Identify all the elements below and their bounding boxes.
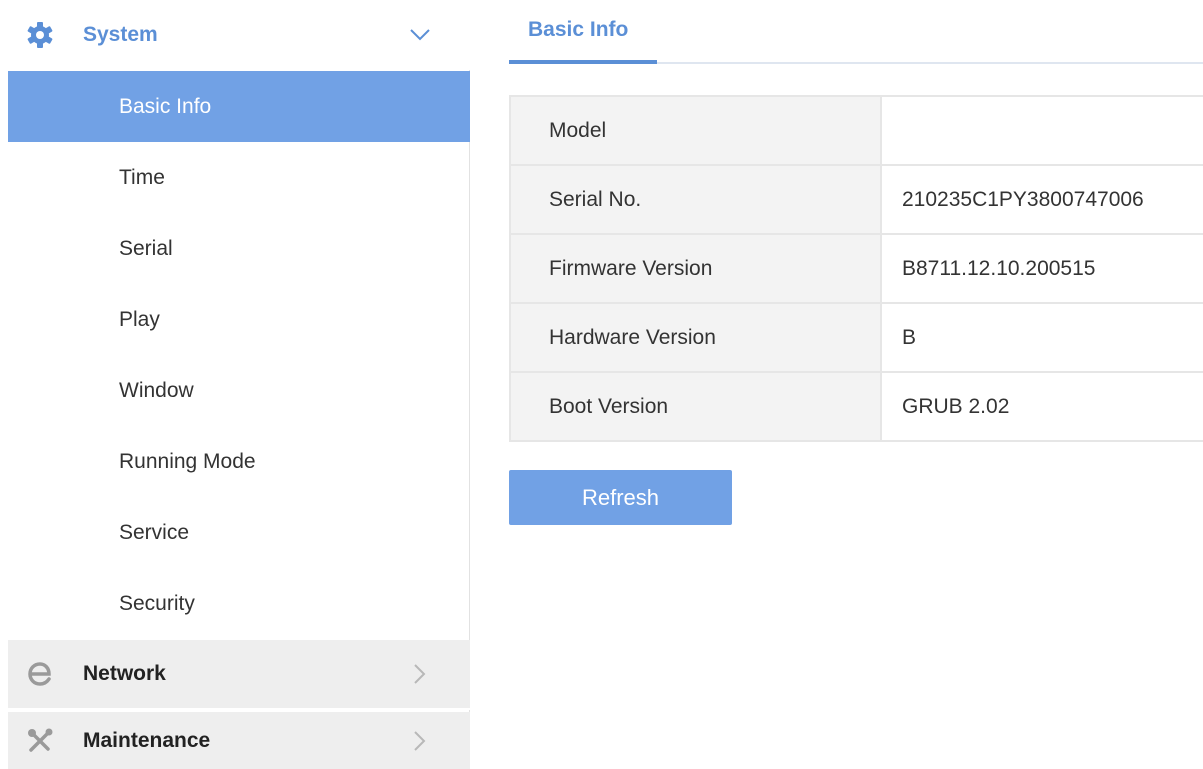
table-row: Hardware Version B	[509, 302, 1203, 373]
tab-label: Basic Info	[528, 18, 629, 41]
sidebar-group-maintenance[interactable]: Maintenance	[8, 712, 470, 769]
sidebar-group-network[interactable]: Network	[8, 640, 470, 710]
row-key-serial-no: Serial No.	[509, 164, 882, 235]
sidebar-group-label: Network	[83, 662, 166, 685]
gear-icon	[26, 21, 54, 49]
tools-icon	[26, 727, 54, 755]
chevron-right-icon	[408, 729, 432, 753]
table-row: Boot Version GRUB 2.02	[509, 371, 1203, 442]
sidebar-item-serial[interactable]: Serial	[8, 213, 470, 284]
sidebar-group-label: System	[83, 23, 158, 46]
row-value-firmware-version: B8711.12.10.200515	[880, 233, 1203, 304]
table-row: Model	[509, 95, 1203, 166]
sidebar-item-security[interactable]: Security	[8, 568, 470, 639]
sidebar-item-time[interactable]: Time	[8, 142, 470, 213]
row-key-hardware-version: Hardware Version	[509, 302, 882, 373]
network-e-icon	[26, 660, 54, 688]
sidebar-item-running-mode[interactable]: Running Mode	[8, 426, 470, 497]
row-value-hardware-version: B	[880, 302, 1203, 373]
sidebar-item-window[interactable]: Window	[8, 355, 470, 426]
app-window: System Basic Info Time Serial Play Windo…	[0, 0, 1203, 769]
sidebar-group-system[interactable]: System	[8, 0, 470, 70]
basic-info-table: Model Serial No. 210235C1PY3800747006 Fi…	[509, 95, 1203, 442]
row-value-serial-no: 210235C1PY3800747006	[880, 164, 1203, 235]
sidebar-item-play[interactable]: Play	[8, 284, 470, 355]
row-value-model	[880, 95, 1203, 166]
row-key-boot-version: Boot Version	[509, 371, 882, 442]
table-row: Serial No. 210235C1PY3800747006	[509, 164, 1203, 235]
row-key-model: Model	[509, 95, 882, 166]
row-key-firmware-version: Firmware Version	[509, 233, 882, 304]
sidebar-item-basic-info[interactable]: Basic Info	[8, 71, 470, 142]
sidebar-item-service[interactable]: Service	[8, 497, 470, 568]
chevron-right-icon	[408, 662, 432, 686]
tab-bar: Basic Info	[509, 0, 1203, 64]
table-row: Firmware Version B8711.12.10.200515	[509, 233, 1203, 304]
chevron-down-icon	[408, 23, 432, 47]
main-content: Basic Info Model Serial No. 210235C1PY38…	[470, 0, 1203, 769]
row-value-boot-version: GRUB 2.02	[880, 371, 1203, 442]
sidebar-group-label: Maintenance	[83, 728, 211, 752]
system-submenu: Basic Info Time Serial Play Window Runni…	[8, 71, 470, 639]
sidebar: System Basic Info Time Serial Play Windo…	[8, 0, 470, 769]
tab-basic-info[interactable]: Basic Info	[509, 0, 657, 64]
refresh-button[interactable]: Refresh	[509, 470, 732, 525]
